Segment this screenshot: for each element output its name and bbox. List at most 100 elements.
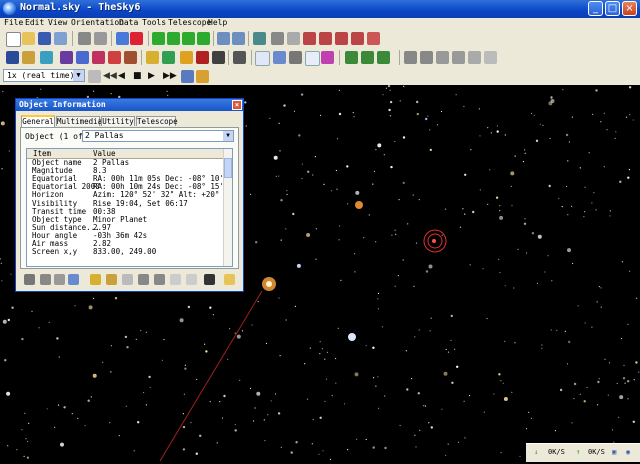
star[interactable] <box>234 429 237 432</box>
star[interactable] <box>387 84 391 88</box>
star[interactable] <box>125 405 127 407</box>
star[interactable] <box>402 181 405 185</box>
star[interactable] <box>372 183 374 185</box>
star[interactable] <box>596 301 598 303</box>
star[interactable] <box>265 342 268 345</box>
star[interactable] <box>209 401 211 403</box>
star[interactable] <box>124 335 128 339</box>
star[interactable] <box>499 215 504 220</box>
star[interactable] <box>363 237 365 239</box>
star[interactable] <box>0 258 1 260</box>
star[interactable] <box>93 90 95 92</box>
star[interactable] <box>278 297 280 299</box>
rotator-icon[interactable] <box>468 51 481 64</box>
star[interactable] <box>223 394 226 398</box>
star[interactable] <box>415 242 418 244</box>
star[interactable] <box>536 282 539 284</box>
star[interactable] <box>500 380 502 382</box>
star[interactable] <box>633 379 635 381</box>
star[interactable] <box>427 115 429 117</box>
star[interactable] <box>84 425 86 427</box>
star[interactable] <box>319 114 322 116</box>
star[interactable] <box>444 208 447 210</box>
star[interactable] <box>373 170 376 172</box>
arrow-right-icon[interactable] <box>197 32 210 45</box>
star[interactable] <box>16 449 18 451</box>
star[interactable] <box>564 330 566 332</box>
star[interactable] <box>133 450 135 452</box>
menu-view[interactable]: View <box>48 18 67 27</box>
star[interactable] <box>528 411 530 413</box>
star[interactable] <box>25 438 27 440</box>
star[interactable] <box>579 393 581 395</box>
star[interactable] <box>619 180 622 183</box>
grid-icon[interactable] <box>108 51 121 64</box>
star[interactable] <box>548 184 551 188</box>
fast-forward-icon[interactable]: ▶▶ <box>163 70 177 83</box>
star[interactable] <box>614 137 616 139</box>
star[interactable] <box>611 429 614 431</box>
star[interactable] <box>241 330 244 332</box>
tab-general[interactable]: General <box>21 115 55 127</box>
star[interactable] <box>493 393 495 395</box>
star[interactable] <box>184 367 187 370</box>
star[interactable] <box>430 426 433 429</box>
star[interactable] <box>407 223 409 225</box>
star[interactable] <box>593 192 595 194</box>
star[interactable] <box>244 101 247 104</box>
star[interactable] <box>459 226 462 228</box>
star[interactable] <box>388 108 391 112</box>
star[interactable] <box>454 348 456 350</box>
eject-icon[interactable] <box>88 70 101 83</box>
star[interactable] <box>502 382 504 384</box>
focuser-icon[interactable] <box>436 51 449 64</box>
star[interactable] <box>58 356 60 358</box>
track-icon[interactable] <box>138 274 149 285</box>
star[interactable] <box>510 185 512 187</box>
star[interactable] <box>621 261 624 263</box>
star[interactable] <box>425 270 429 273</box>
star[interactable] <box>600 121 602 123</box>
star[interactable] <box>499 271 501 274</box>
sky-view-icon[interactable] <box>273 51 286 64</box>
star[interactable] <box>600 306 602 308</box>
star[interactable] <box>511 391 513 393</box>
star[interactable] <box>571 116 574 118</box>
star[interactable] <box>556 329 558 331</box>
app-icon[interactable] <box>3 2 16 15</box>
star[interactable] <box>373 377 375 379</box>
star[interactable] <box>455 94 457 96</box>
star[interactable] <box>318 453 320 455</box>
star[interactable] <box>338 112 342 116</box>
star[interactable] <box>11 306 14 309</box>
bright-star[interactable] <box>348 333 356 341</box>
star[interactable] <box>315 228 317 230</box>
star[interactable] <box>336 188 338 190</box>
star[interactable] <box>221 417 224 419</box>
star[interactable] <box>417 392 420 395</box>
star[interactable] <box>340 279 342 281</box>
star[interactable] <box>525 428 528 430</box>
star[interactable] <box>255 241 258 244</box>
star[interactable] <box>472 210 475 214</box>
star[interactable] <box>389 100 393 104</box>
star[interactable] <box>274 393 277 395</box>
star[interactable] <box>405 350 407 352</box>
star[interactable] <box>625 116 628 118</box>
star[interactable] <box>335 382 337 384</box>
star[interactable] <box>184 364 186 366</box>
star[interactable] <box>335 169 337 172</box>
star[interactable] <box>398 199 400 201</box>
star[interactable] <box>547 255 549 257</box>
star[interactable] <box>394 285 396 287</box>
column-header-value[interactable]: Value <box>93 149 116 158</box>
star[interactable] <box>7 445 9 447</box>
star[interactable] <box>531 232 535 235</box>
star[interactable] <box>598 286 601 288</box>
star[interactable] <box>301 163 303 165</box>
star[interactable] <box>406 388 409 391</box>
object-info-list[interactable]: Item Value Object name 2 Pallas Magnitude 8… <box>26 148 233 267</box>
star[interactable] <box>0 262 2 264</box>
star[interactable] <box>354 253 356 255</box>
star[interactable] <box>595 89 598 92</box>
